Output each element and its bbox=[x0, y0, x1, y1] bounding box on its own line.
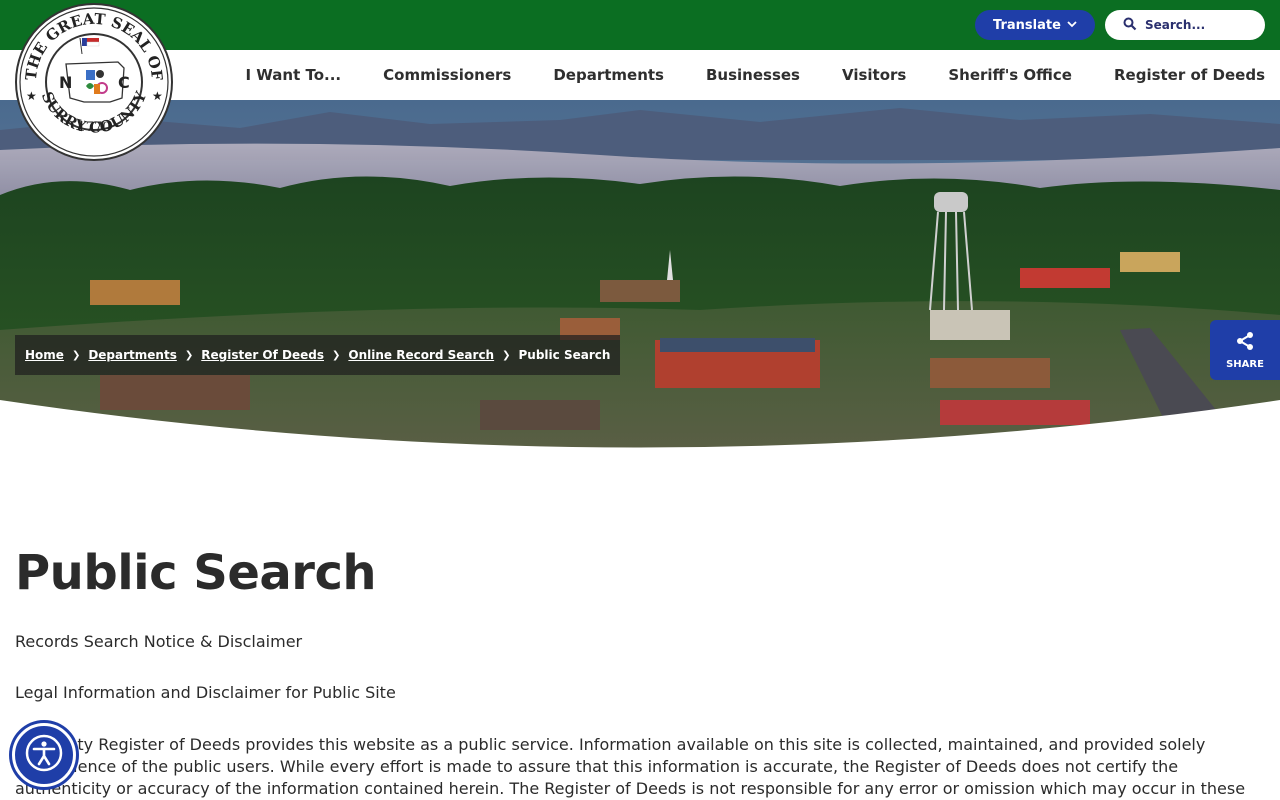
share-icon bbox=[1235, 331, 1255, 355]
nav-item-departments[interactable]: Departments bbox=[553, 66, 664, 84]
accessibility-icon bbox=[24, 733, 64, 777]
legal-heading: Legal Information and Disclaimer for Pub… bbox=[15, 683, 396, 702]
nav-item-commissioners[interactable]: Commissioners bbox=[383, 66, 511, 84]
svg-text:★: ★ bbox=[152, 89, 163, 103]
share-button[interactable]: SHARE bbox=[1210, 320, 1280, 380]
hero-landscape-image bbox=[0, 100, 1280, 452]
share-label: SHARE bbox=[1226, 358, 1264, 370]
breadcrumb-separator-icon: ❯ bbox=[332, 349, 341, 361]
search-box bbox=[1105, 10, 1265, 40]
translate-label: Translate bbox=[993, 17, 1061, 33]
breadcrumb-register-of-deeds[interactable]: Register Of Deeds bbox=[201, 348, 324, 362]
breadcrumb-departments[interactable]: Departments bbox=[88, 348, 177, 362]
accessibility-button[interactable] bbox=[12, 723, 76, 787]
nav-list: I Want To... Commissioners Departments B… bbox=[245, 50, 1265, 100]
breadcrumb-home[interactable]: Home bbox=[25, 348, 64, 362]
search-input[interactable] bbox=[1145, 18, 1260, 32]
disclaimer-body-text: ry County Register of Deeds provides thi… bbox=[15, 735, 1246, 798]
seal-letter-c: C bbox=[118, 73, 130, 92]
seal-letter-n: N bbox=[59, 73, 72, 92]
breadcrumb-separator-icon: ❯ bbox=[502, 349, 511, 361]
nav-item-businesses[interactable]: Businesses bbox=[706, 66, 800, 84]
svg-text:★: ★ bbox=[26, 89, 37, 103]
breadcrumb-separator-icon: ❯ bbox=[71, 349, 81, 361]
page-title: Public Search bbox=[15, 545, 377, 601]
main-navigation: I Want To... Commissioners Departments B… bbox=[0, 50, 1280, 100]
nav-item-register-of-deeds[interactable]: Register of Deeds bbox=[1114, 66, 1265, 84]
translate-button[interactable]: Translate bbox=[975, 10, 1095, 40]
breadcrumb: Home ❯ Departments ❯ Register Of Deeds ❯… bbox=[15, 335, 621, 375]
breadcrumb-current-page: Public Search bbox=[518, 348, 611, 362]
top-utility-bar: Translate bbox=[0, 0, 1280, 50]
breadcrumb-separator-icon: ❯ bbox=[184, 349, 194, 361]
nav-item-visitors[interactable]: Visitors bbox=[842, 66, 906, 84]
nav-item-i-want-to[interactable]: I Want To... bbox=[245, 66, 341, 84]
nav-item-sheriffs-office[interactable]: Sheriff's Office bbox=[948, 66, 1072, 84]
search-icon[interactable] bbox=[1123, 16, 1137, 35]
seal-year: 1770 bbox=[77, 120, 110, 135]
breadcrumb-online-record-search[interactable]: Online Record Search bbox=[348, 348, 494, 362]
chevron-down-icon bbox=[1067, 20, 1077, 31]
hero-banner bbox=[0, 100, 1280, 452]
county-seal-logo[interactable]: THE GREAT SEAL OF SURRY COUNTY ★ ★ N C 1… bbox=[14, 2, 174, 162]
notice-heading: Records Search Notice & Disclaimer bbox=[15, 632, 303, 651]
